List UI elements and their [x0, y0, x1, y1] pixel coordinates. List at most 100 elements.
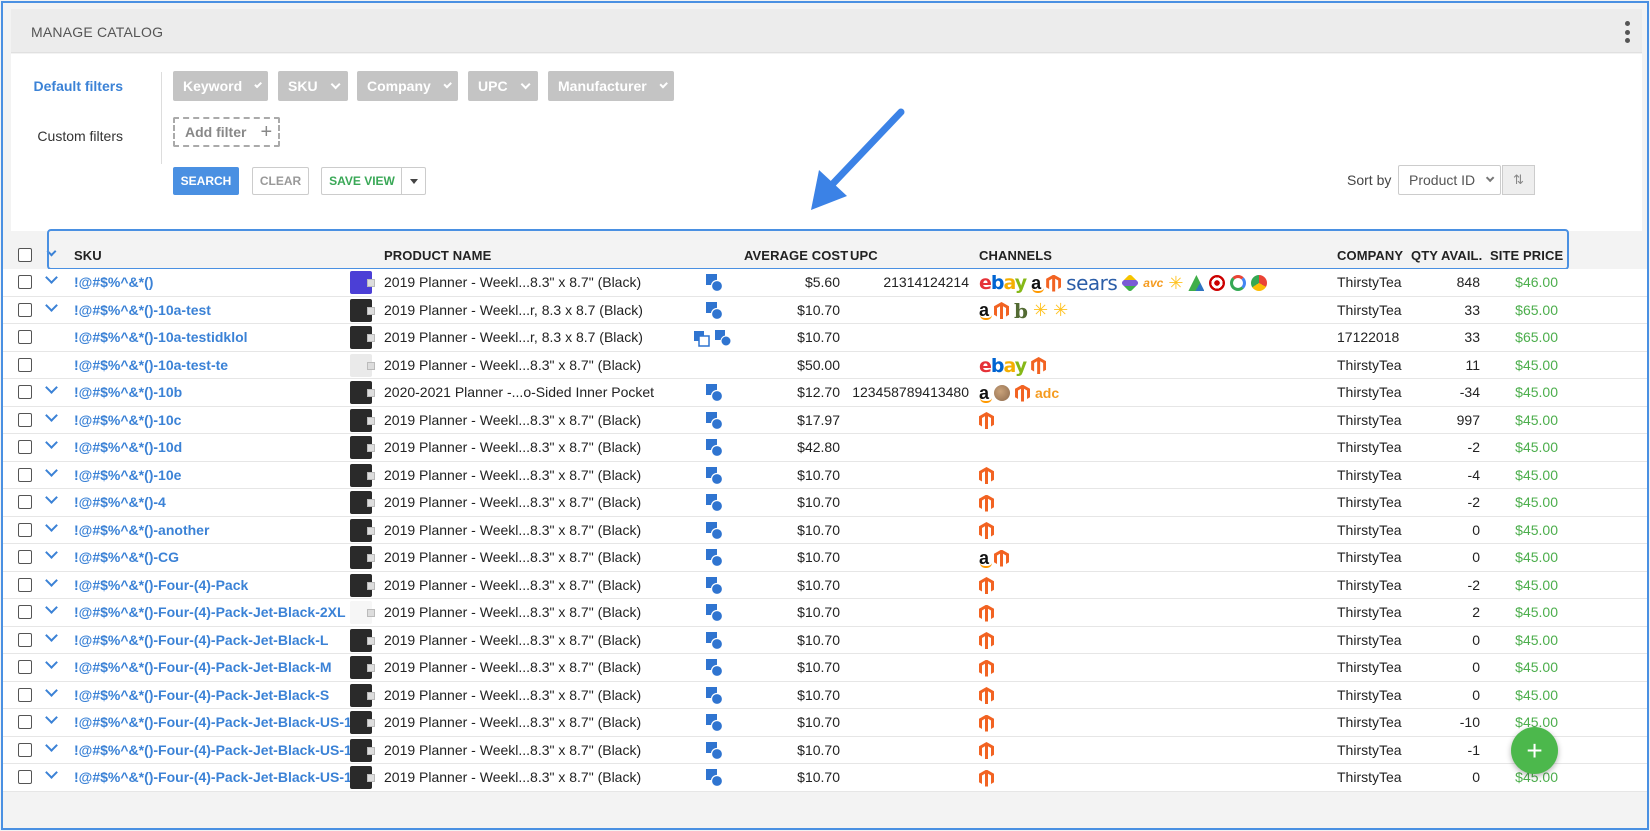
sku-link[interactable]: !@#$%^&*()-10d [74, 439, 182, 455]
sku-link[interactable]: !@#$%^&*()-10a-test-te [74, 357, 228, 373]
sku-link[interactable]: !@#$%^&*()-Four-(4)-Pack-Jet-Black-US-10 [74, 714, 360, 730]
upc-value: 123458789413480 [852, 384, 969, 400]
row-checkbox[interactable] [18, 632, 32, 647]
sku-link[interactable]: !@#$%^&*()-Four-(4)-Pack-Jet-Black-S [74, 687, 329, 703]
table-row[interactable]: !@#$%^&*()-10a-test 2019 Planner - Weekl.… [3, 296, 1647, 324]
chevron-down-icon[interactable] [45, 738, 58, 752]
table-row[interactable]: !@#$%^&*()-10a-testidklol 2019 Planner - … [3, 324, 1647, 352]
table-row[interactable]: !@#$%^&*()-CG 2019 Planner - Weekl...8.3"… [3, 544, 1647, 572]
row-checkbox[interactable] [18, 412, 32, 427]
chevron-down-icon[interactable] [45, 408, 58, 422]
sku-link[interactable]: !@#$%^&*()-Four-(4)-Pack-Jet-Black-L [74, 632, 328, 648]
filter-chip-manufacturer[interactable]: Manufacturer [548, 71, 674, 101]
select-all-checkbox[interactable] [18, 248, 32, 262]
chevron-down-icon[interactable] [45, 381, 58, 394]
chevron-down-icon[interactable] [45, 518, 58, 532]
row-checkbox[interactable] [18, 742, 32, 757]
average-cost: $12.70 [797, 384, 840, 400]
row-checkbox[interactable] [18, 302, 32, 317]
row-checkbox[interactable] [18, 330, 32, 344]
table-row[interactable]: !@#$%^&*()-Four-(4)-Pack-Jet-Black-S 2019… [3, 681, 1647, 709]
row-checkbox[interactable] [18, 577, 32, 592]
save-view-dropdown-button[interactable] [401, 167, 426, 195]
chevron-down-icon[interactable] [45, 573, 58, 587]
row-checkbox[interactable] [18, 275, 32, 289]
more-options-icon[interactable] [1624, 21, 1630, 43]
table-row[interactable]: !@#$%^&*()-Four-(4)-Pack-Jet-Black-L 2019… [3, 626, 1647, 654]
save-view-button[interactable]: SAVE VIEW [321, 167, 402, 195]
clear-button[interactable]: CLEAR [252, 167, 309, 195]
filter-chip-sku[interactable]: SKU [278, 71, 348, 101]
sku-link[interactable]: !@#$%^&*()-10b [74, 384, 182, 400]
row-checkbox[interactable] [18, 385, 32, 399]
row-checkbox[interactable] [18, 715, 32, 729]
sort-by-select[interactable]: Product ID [1398, 165, 1501, 195]
row-checkbox[interactable] [18, 467, 32, 482]
sku-link[interactable]: !@#$%^&*()-10a-testidklol [74, 329, 248, 345]
product-thumbnail [350, 711, 375, 734]
sku-link[interactable]: !@#$%^&*()-Four-(4)-Pack-Jet-Black-2XL [74, 604, 346, 620]
row-checkbox[interactable] [18, 522, 32, 537]
row-checkbox[interactable] [18, 660, 32, 674]
sort-direction-button[interactable]: ⇅ [1502, 165, 1535, 195]
channel-sears-icon: sears [1066, 271, 1118, 295]
chevron-down-icon[interactable] [45, 683, 58, 697]
row-checkbox[interactable] [18, 357, 32, 372]
row-checkbox[interactable] [18, 550, 32, 564]
table-row[interactable]: !@#$%^&*() 2019 Planner - Weekl...8.3" x … [3, 269, 1647, 297]
channel-amazon-icon: a [979, 300, 993, 320]
table-row[interactable]: !@#$%^&*()-Four-(4)-Pack-Jet-Black-2XL 20… [3, 599, 1647, 627]
chevron-down-icon[interactable] [45, 436, 58, 449]
filter-chip-upc[interactable]: UPC [468, 71, 538, 101]
company-name: ThirstyTea [1337, 301, 1402, 318]
product-single-icon [706, 384, 723, 402]
table-row[interactable]: !@#$%^&*()-10d 2019 Planner - Weekl...8.3… [3, 434, 1647, 462]
table-row[interactable]: !@#$%^&*()-Four-(4)-Pack-Jet-Black-M 2019… [3, 654, 1647, 682]
add-product-fab[interactable]: + [1511, 727, 1558, 774]
table-row[interactable]: !@#$%^&*()-10c 2019 Planner - Weekl...8.3… [3, 406, 1647, 434]
product-single-icon [706, 604, 723, 622]
table-row[interactable]: !@#$%^&*()-10b 2020-2021 Planner -...o-Si… [3, 379, 1647, 407]
sku-link[interactable]: !@#$%^&*() [74, 274, 153, 290]
sku-link[interactable]: !@#$%^&*()-10c [74, 412, 181, 428]
filter-chip-company[interactable]: Company [357, 71, 458, 101]
chevron-down-icon[interactable] [45, 463, 58, 477]
table-row[interactable]: !@#$%^&*()-10e 2019 Planner - Weekl...8.3… [3, 461, 1647, 489]
sku-link[interactable]: !@#$%^&*()-another [74, 522, 209, 538]
sku-link[interactable]: !@#$%^&*()-4 [74, 494, 166, 510]
chevron-down-icon[interactable] [45, 491, 58, 504]
chevron-down-icon[interactable] [45, 601, 58, 614]
chevron-down-icon[interactable] [45, 656, 58, 669]
table-row[interactable]: !@#$%^&*()-Four-(4)-Pack-Jet-Black-US-10… [3, 709, 1647, 737]
sku-link[interactable]: !@#$%^&*()-Four-(4)-Pack-Jet-Black-US-12 [74, 742, 360, 758]
table-row[interactable]: !@#$%^&*()-Four-(4)-Pack-Jet-Black-US-12… [3, 736, 1647, 764]
sku-link[interactable]: !@#$%^&*()-Four-(4)-Pack-Jet-Black-M [74, 659, 332, 675]
row-checkbox[interactable] [18, 605, 32, 619]
table-row[interactable]: !@#$%^&*()-Four-(4)-Pack-Jet-Black-US-14… [3, 764, 1647, 792]
chevron-down-icon[interactable] [45, 298, 58, 312]
search-button[interactable]: SEARCH [173, 167, 239, 195]
table-row[interactable]: !@#$%^&*()-Four-(4)-Pack 2019 Planner - W… [3, 571, 1647, 599]
chevron-down-icon[interactable] [45, 546, 58, 559]
add-filter-button[interactable]: Add filter + [173, 117, 280, 147]
row-checkbox[interactable] [18, 770, 32, 784]
product-thumbnail [350, 491, 375, 514]
row-checkbox[interactable] [18, 495, 32, 509]
site-price: $45.00 [1515, 494, 1558, 510]
row-checkbox[interactable] [18, 687, 32, 702]
chevron-down-icon[interactable] [45, 628, 58, 642]
sku-link[interactable]: !@#$%^&*()-CG [74, 549, 179, 565]
chevron-down-icon[interactable] [45, 271, 58, 284]
chevron-down-icon[interactable] [45, 766, 58, 779]
table-row[interactable]: !@#$%^&*()-4 2019 Planner - Weekl...8.3" … [3, 489, 1647, 517]
sku-link[interactable]: !@#$%^&*()-Four-(4)-Pack-Jet-Black-US-14 [74, 769, 360, 785]
chevron-down-icon[interactable] [45, 711, 58, 724]
chevron-down-icon [659, 79, 668, 89]
filter-chip-keyword[interactable]: Keyword [173, 71, 268, 101]
sku-link[interactable]: !@#$%^&*()-Four-(4)-Pack [74, 577, 248, 593]
table-row[interactable]: !@#$%^&*()-another 2019 Planner - Weekl..… [3, 516, 1647, 544]
sku-link[interactable]: !@#$%^&*()-10e [74, 467, 181, 483]
table-row[interactable]: !@#$%^&*()-10a-test-te 2019 Planner - Wee… [3, 351, 1647, 379]
sku-link[interactable]: !@#$%^&*()-10a-test [74, 302, 211, 318]
row-checkbox[interactable] [18, 440, 32, 454]
